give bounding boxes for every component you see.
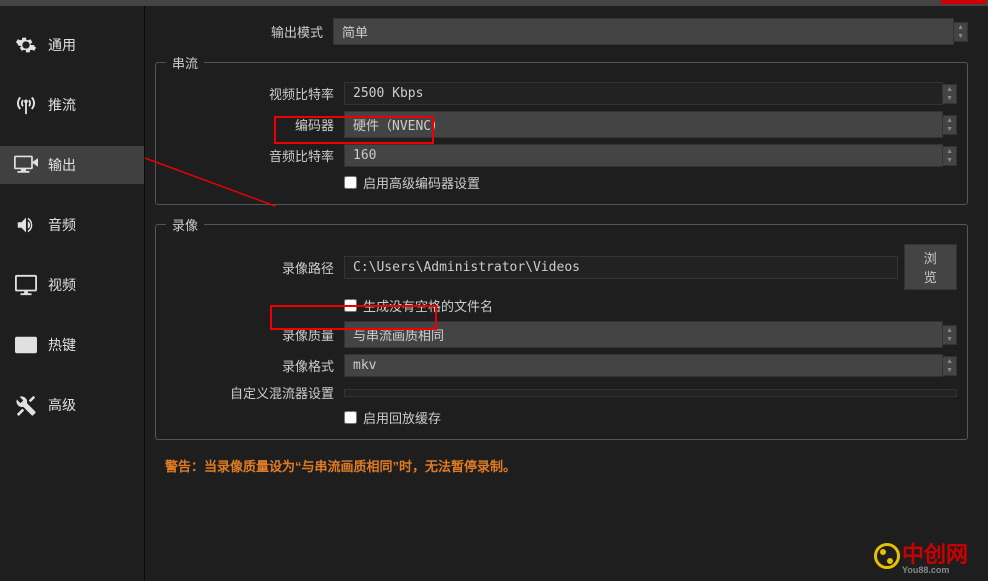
custom-muxer-label: 自定义混流器设置 <box>166 383 344 402</box>
advanced-encoder-checkbox[interactable] <box>344 176 357 189</box>
sidebar-item-label: 音频 <box>48 215 76 235</box>
sidebar-item-advanced[interactable]: 高级 <box>0 386 144 424</box>
output-mode-spinners[interactable]: ▲▼ <box>954 22 968 42</box>
watermark-logo: 中创网 You88.com <box>874 537 968 575</box>
sidebar-item-label: 高级 <box>48 395 76 415</box>
recording-quality-label: 录像质量 <box>166 325 344 344</box>
sidebar-item-label: 推流 <box>48 95 76 115</box>
recording-path-input[interactable]: C:\Users\Administrator\Videos <box>344 256 898 279</box>
main-panel: 输出模式 简单 ▲▼ 串流 视频比特率 2500 Kbps ▲▼ 编码器 硬件（… <box>145 6 988 581</box>
replay-buffer-row: 启用回放缓存 <box>166 408 957 427</box>
sidebar-item-hotkeys[interactable]: 热键 <box>0 326 144 364</box>
recording-group: 录像 录像路径 C:\Users\Administrator\Videos 浏览… <box>155 215 968 440</box>
advanced-encoder-row: 启用高级编码器设置 <box>166 173 957 192</box>
video-bitrate-input[interactable]: 2500 Kbps <box>344 82 943 105</box>
content-container: 通用 推流 输出 音频 视频 热键 高级 输出模式 <box>0 6 988 581</box>
sidebar-item-general[interactable]: 通用 <box>0 26 144 64</box>
custom-muxer-row: 自定义混流器设置 <box>166 383 957 402</box>
gear-icon <box>14 34 38 56</box>
output-icon <box>14 154 38 176</box>
warning-text: 警告：当录像质量设为“与串流画质相同”时，无法暂停录制。 <box>165 456 968 475</box>
antenna-icon <box>14 94 38 116</box>
recording-format-spinners[interactable]: ▲▼ <box>943 356 957 376</box>
no-space-filename-label: 生成没有空格的文件名 <box>363 296 493 315</box>
recording-legend: 录像 <box>166 215 204 234</box>
recording-path-row: 录像路径 C:\Users\Administrator\Videos 浏览 <box>166 244 957 290</box>
video-bitrate-label: 视频比特率 <box>166 84 344 103</box>
sidebar-item-label: 输出 <box>48 155 76 175</box>
recording-format-select[interactable]: mkv <box>344 354 943 377</box>
streaming-group: 串流 视频比特率 2500 Kbps ▲▼ 编码器 硬件（NVENC） ▲▼ 音… <box>155 53 968 205</box>
encoder-label: 编码器 <box>166 115 344 134</box>
replay-buffer-label: 启用回放缓存 <box>363 408 441 427</box>
sidebar: 通用 推流 输出 音频 视频 热键 高级 <box>0 6 145 581</box>
encoder-spinners[interactable]: ▲▼ <box>943 115 957 135</box>
recording-quality-spinners[interactable]: ▲▼ <box>943 325 957 345</box>
sidebar-item-video[interactable]: 视频 <box>0 266 144 304</box>
logo-text: 中创网 <box>902 542 968 567</box>
audio-bitrate-spinners[interactable]: ▲▼ <box>943 146 957 166</box>
streaming-legend: 串流 <box>166 53 204 72</box>
encoder-row: 编码器 硬件（NVENC） ▲▼ <box>166 111 957 138</box>
monitor-icon <box>14 274 38 296</box>
replay-buffer-checkbox[interactable] <box>344 411 357 424</box>
sidebar-item-output[interactable]: 输出 <box>0 146 144 184</box>
audio-bitrate-select[interactable]: 160 <box>344 144 943 167</box>
no-space-filename-row: 生成没有空格的文件名 <box>166 296 957 315</box>
sidebar-item-label: 热键 <box>48 335 76 355</box>
advanced-encoder-label: 启用高级编码器设置 <box>363 173 480 192</box>
recording-format-label: 录像格式 <box>166 356 344 375</box>
sidebar-item-label: 通用 <box>48 35 76 55</box>
speaker-icon <box>14 214 38 236</box>
logo-ball-icon <box>874 543 900 569</box>
recording-quality-row: 录像质量 与串流画质相同 ▲▼ <box>166 321 957 348</box>
output-mode-row: 输出模式 简单 ▲▼ <box>155 18 968 45</box>
sidebar-item-audio[interactable]: 音频 <box>0 206 144 244</box>
video-bitrate-row: 视频比特率 2500 Kbps ▲▼ <box>166 82 957 105</box>
tools-icon <box>14 394 38 416</box>
sidebar-item-stream[interactable]: 推流 <box>0 86 144 124</box>
output-mode-label: 输出模式 <box>155 22 333 41</box>
encoder-select[interactable]: 硬件（NVENC） <box>344 111 943 138</box>
recording-format-row: 录像格式 mkv ▲▼ <box>166 354 957 377</box>
output-mode-select[interactable]: 简单 <box>333 18 954 45</box>
recording-path-label: 录像路径 <box>166 258 344 277</box>
browse-button[interactable]: 浏览 <box>904 244 957 290</box>
video-bitrate-spinners[interactable]: ▲▼ <box>943 84 957 104</box>
recording-quality-select[interactable]: 与串流画质相同 <box>344 321 943 348</box>
audio-bitrate-row: 音频比特率 160 ▲▼ <box>166 144 957 167</box>
keyboard-icon <box>14 334 38 356</box>
no-space-filename-checkbox[interactable] <box>344 299 357 312</box>
custom-muxer-input[interactable] <box>344 389 957 397</box>
sidebar-item-label: 视频 <box>48 275 76 295</box>
audio-bitrate-label: 音频比特率 <box>166 146 344 165</box>
